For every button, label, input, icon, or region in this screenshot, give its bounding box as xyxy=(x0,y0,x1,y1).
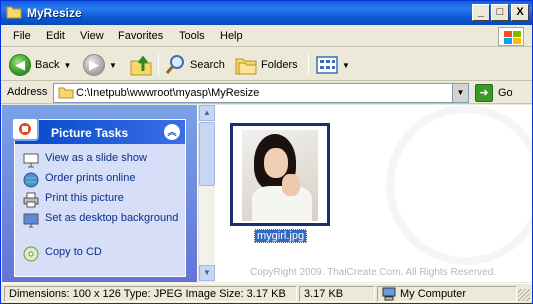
status-details: Dimensions: 100 x 126 Type: JPEG Image S… xyxy=(4,286,297,302)
task-label: View as a slide show xyxy=(45,152,147,164)
picture-tasks-panel: Picture Tasks ︽ View as a slide show Ord… xyxy=(11,117,186,277)
picture-tasks-title: Picture Tasks xyxy=(51,126,129,140)
my-computer-icon xyxy=(382,287,396,301)
explorer-window: MyResize _ □ X File Edit View Favorites … xyxy=(0,0,533,304)
task-pane: Picture Tasks ︽ View as a slide show Ord… xyxy=(2,105,197,282)
menu-file[interactable]: File xyxy=(13,30,31,42)
address-path: C:\Inetpub\wwwroot\myasp\MyResize xyxy=(76,87,260,99)
go-label: Go xyxy=(498,87,513,99)
menu-view[interactable]: View xyxy=(80,30,104,42)
address-bar: Address C:\Inetpub\wwwroot\myasp\MyResiz… xyxy=(1,82,532,104)
go-button[interactable]: ➜ Go xyxy=(475,83,513,103)
task-label: Order prints online xyxy=(45,172,136,184)
views-grid-icon xyxy=(316,56,338,74)
menu-help[interactable]: Help xyxy=(220,30,243,42)
menu-tools[interactable]: Tools xyxy=(179,30,205,42)
forward-dropdown-icon[interactable]: ▼ xyxy=(109,61,117,70)
window-title: MyResize xyxy=(27,6,82,20)
task-label: Print this picture xyxy=(45,192,124,204)
search-icon xyxy=(165,55,184,74)
up-folder-icon xyxy=(130,55,152,76)
back-dropdown-icon[interactable]: ▼ xyxy=(63,61,71,70)
views-dropdown-icon[interactable]: ▼ xyxy=(342,61,350,70)
back-button[interactable]: ◀ Back ▼ xyxy=(9,52,71,78)
title-bar[interactable]: MyResize _ □ X xyxy=(1,1,532,25)
copyright-watermark: CopyRight 2009. ThaiCreate.Com. All Righ… xyxy=(250,267,497,278)
task-label: Copy to CD xyxy=(45,246,102,258)
menu-edit[interactable]: Edit xyxy=(46,30,65,42)
up-folder-button[interactable] xyxy=(129,52,153,78)
collapse-chevron-icon[interactable]: ︽ xyxy=(164,124,180,140)
printer-icon xyxy=(23,192,39,208)
status-size: 3.17 KB xyxy=(299,286,375,302)
search-button[interactable]: Search xyxy=(164,52,225,78)
minimize-button[interactable]: _ xyxy=(472,4,490,21)
maximize-button[interactable]: □ xyxy=(491,4,509,21)
status-zone-label: My Computer xyxy=(400,288,467,300)
scroll-up-icon[interactable]: ▲ xyxy=(199,105,215,121)
desktop-icon xyxy=(23,213,39,228)
menu-favorites[interactable]: Favorites xyxy=(118,30,163,42)
views-button[interactable]: ▼ xyxy=(316,52,350,78)
toolbar-separator xyxy=(308,54,309,76)
file-view: mygirl.jpg CopyRight 2009. ThaiCreate.Co… xyxy=(216,105,532,282)
forward-button[interactable]: ▶ ▼ xyxy=(83,52,117,78)
folder-icon xyxy=(58,87,74,99)
scroll-down-icon[interactable]: ▼ xyxy=(199,265,215,281)
task-order-prints[interactable]: Order prints online xyxy=(23,172,183,192)
watermark-seal-icon xyxy=(386,105,532,265)
scroll-thumb[interactable] xyxy=(199,122,215,186)
status-zone: My Computer xyxy=(377,286,517,302)
photo-image xyxy=(242,130,318,221)
task-label: Set as desktop background xyxy=(45,212,179,224)
folders-label: Folders xyxy=(261,59,298,71)
resize-grip-icon[interactable] xyxy=(518,289,530,301)
menu-bar: File Edit View Favorites Tools Help xyxy=(1,25,532,47)
vertical-scrollbar[interactable]: ▲ ▼ xyxy=(198,105,215,282)
go-arrow-icon: ➜ xyxy=(475,84,493,102)
file-thumbnail[interactable] xyxy=(230,123,330,226)
back-label: Back xyxy=(35,59,60,71)
address-dropdown-icon[interactable]: ▼ xyxy=(452,84,468,102)
slideshow-icon xyxy=(23,153,39,168)
folders-icon xyxy=(235,58,257,75)
windows-logo-icon xyxy=(498,27,524,46)
toolbar-separator xyxy=(158,54,159,76)
task-copy-cd[interactable]: Copy to CD xyxy=(23,246,183,266)
picture-tasks-icon xyxy=(11,117,39,141)
address-label: Address xyxy=(7,86,48,98)
folders-button[interactable]: Folders xyxy=(235,52,298,78)
content-area: Picture Tasks ︽ View as a slide show Ord… xyxy=(2,105,532,282)
toolbar: ◀ Back ▼ ▶ ▼ Search Folders ▼ xyxy=(1,48,532,81)
task-slideshow[interactable]: View as a slide show xyxy=(23,152,183,172)
status-bar: Dimensions: 100 x 126 Type: JPEG Image S… xyxy=(2,283,532,303)
globe-icon xyxy=(23,172,39,188)
cd-icon xyxy=(23,246,39,262)
forward-arrow-icon: ▶ xyxy=(83,54,105,76)
close-button[interactable]: X xyxy=(511,4,529,21)
address-input[interactable]: C:\Inetpub\wwwroot\myasp\MyResize ▼ xyxy=(53,83,469,103)
task-set-background[interactable]: Set as desktop background xyxy=(23,212,183,246)
folder-icon xyxy=(6,6,22,19)
back-arrow-icon: ◀ xyxy=(9,54,31,76)
search-label: Search xyxy=(190,59,225,71)
file-name-label[interactable]: mygirl.jpg xyxy=(254,229,308,243)
task-print[interactable]: Print this picture xyxy=(23,192,183,212)
task-list: View as a slide show Order prints online… xyxy=(23,152,183,266)
